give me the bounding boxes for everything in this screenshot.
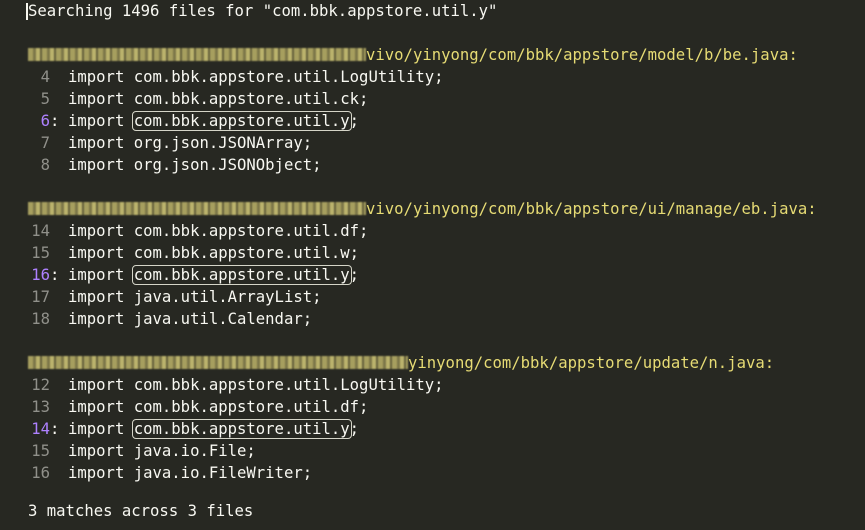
result-context-line[interactable]: 15 import java.io.File; — [0, 440, 256, 462]
line-number: 8 — [40, 156, 50, 174]
line-number: 13 — [31, 398, 50, 416]
code-text: com.bbk.appstore.util.df; — [133, 398, 369, 416]
result-match-line[interactable]: 14: import com.bbk.appstore.util.y; — [0, 418, 359, 440]
line-separator — [50, 88, 68, 110]
import-keyword: import — [68, 288, 125, 306]
line-number: 4 — [40, 68, 50, 86]
redacted-path-prefix — [28, 355, 408, 369]
code-suffix: ; — [349, 266, 360, 284]
result-context-line[interactable]: 17 import java.util.ArrayList; — [0, 286, 322, 308]
result-context-line[interactable]: 12 import com.bbk.appstore.util.LogUtili… — [0, 374, 444, 396]
import-keyword: import — [68, 310, 125, 328]
line-number: 15 — [31, 244, 50, 262]
line-separator — [50, 242, 68, 264]
code-text: com.bbk.appstore.util.ck; — [133, 90, 369, 108]
code-text: com.bbk.appstore.util.df; — [133, 222, 369, 240]
code-suffix: ; — [349, 420, 360, 438]
import-keyword: import — [68, 134, 125, 152]
code-text: com.bbk.appstore.util.LogUtility; — [133, 376, 444, 394]
match-highlight: com.bbk.appstore.util.y — [131, 419, 352, 439]
code-text: org.json.JSONObject; — [133, 156, 322, 174]
code-suffix: ; — [349, 112, 360, 130]
import-keyword: import — [68, 376, 125, 394]
line-separator — [50, 374, 68, 396]
code-text: org.json.JSONArray; — [133, 134, 313, 152]
line-separator — [50, 396, 68, 418]
import-keyword: import — [68, 442, 125, 460]
line-separator — [50, 286, 68, 308]
result-context-line[interactable]: 4 import com.bbk.appstore.util.LogUtilit… — [0, 66, 444, 88]
line-separator: : — [50, 420, 60, 438]
line-number: 16 — [31, 266, 50, 284]
import-keyword: import — [68, 112, 125, 130]
line-separator — [50, 440, 68, 462]
find-results-view[interactable]: Searching 1496 files for "com.bbk.appsto… — [0, 0, 865, 530]
import-keyword: import — [68, 420, 125, 438]
import-keyword: import — [68, 266, 125, 284]
line-number: 7 — [40, 134, 50, 152]
file-path-text: vivo/yinyong/com/bbk/appstore/model/b/be… — [366, 46, 798, 64]
redacted-path-prefix — [28, 47, 366, 61]
file-path[interactable]: yinyong/com/bbk/appstore/update/n.java: — [28, 352, 774, 374]
result-match-line[interactable]: 16: import com.bbk.appstore.util.y; — [0, 264, 359, 286]
code-text: java.util.Calendar; — [133, 310, 313, 328]
code-text: java.io.FileWriter; — [133, 464, 313, 482]
result-context-line[interactable]: 15 import com.bbk.appstore.util.w; — [0, 242, 359, 264]
file-path-text: vivo/yinyong/com/bbk/appstore/ui/manage/… — [366, 200, 817, 218]
file-path-text: yinyong/com/bbk/appstore/update/n.java: — [408, 354, 775, 372]
result-context-line[interactable]: 7 import org.json.JSONArray; — [0, 132, 313, 154]
match-summary: 3 matches across 3 files — [28, 502, 254, 520]
code-text: com.bbk.appstore.util.LogUtility; — [133, 68, 444, 86]
line-separator — [50, 66, 68, 88]
import-keyword: import — [68, 464, 125, 482]
match-highlight: com.bbk.appstore.util.y — [131, 111, 352, 131]
line-number: 16 — [31, 464, 50, 482]
result-context-line[interactable]: 14 import com.bbk.appstore.util.df; — [0, 220, 368, 242]
import-keyword: import — [68, 222, 125, 240]
import-keyword: import — [68, 398, 125, 416]
line-number: 15 — [31, 442, 50, 460]
line-number: 18 — [31, 310, 50, 328]
line-separator — [50, 220, 68, 242]
match-highlight: com.bbk.appstore.util.y — [131, 265, 352, 285]
line-number: 14 — [31, 222, 50, 240]
code-text: java.io.File; — [133, 442, 256, 460]
line-separator: : — [50, 266, 60, 284]
line-number: 12 — [31, 376, 50, 394]
line-separator — [50, 132, 68, 154]
result-context-line[interactable]: 18 import java.util.Calendar; — [0, 308, 312, 330]
result-context-line[interactable]: 13 import com.bbk.appstore.util.df; — [0, 396, 368, 418]
line-separator: : — [50, 112, 60, 130]
line-separator — [50, 308, 68, 330]
line-number: 6 — [40, 112, 50, 130]
import-keyword: import — [68, 68, 125, 86]
line-number: 5 — [40, 90, 50, 108]
result-context-line[interactable]: 5 import com.bbk.appstore.util.ck; — [0, 88, 369, 110]
line-number: 14 — [31, 420, 50, 438]
code-text: java.util.ArrayList; — [133, 288, 322, 306]
file-path[interactable]: vivo/yinyong/com/bbk/appstore/model/b/be… — [28, 44, 798, 66]
line-separator — [50, 462, 68, 484]
result-context-line[interactable]: 8 import org.json.JSONObject; — [0, 154, 322, 176]
import-keyword: import — [68, 156, 125, 174]
line-separator — [50, 154, 68, 176]
search-header: Searching 1496 files for "com.bbk.appsto… — [28, 2, 498, 20]
import-keyword: import — [68, 244, 125, 262]
file-path[interactable]: vivo/yinyong/com/bbk/appstore/ui/manage/… — [28, 198, 817, 220]
redacted-path-prefix — [28, 201, 366, 215]
result-match-line[interactable]: 6: import com.bbk.appstore.util.y; — [0, 110, 359, 132]
line-number: 17 — [31, 288, 50, 306]
code-text: com.bbk.appstore.util.w; — [133, 244, 360, 262]
import-keyword: import — [68, 90, 125, 108]
result-context-line[interactable]: 16 import java.io.FileWriter; — [0, 462, 312, 484]
